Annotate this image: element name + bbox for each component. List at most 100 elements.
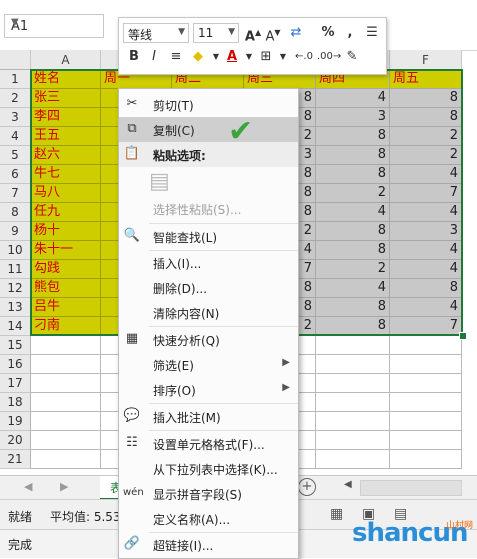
table-cell[interactable]: 4 bbox=[390, 203, 462, 222]
table-cell[interactable]: 李四 bbox=[31, 108, 101, 127]
table-cell[interactable]: 8 bbox=[390, 279, 462, 298]
chevron-down-icon[interactable]: ▼ bbox=[11, 17, 97, 28]
menu-item-define-name[interactable]: 定义名称(A)... bbox=[119, 506, 298, 531]
select-all-corner[interactable] bbox=[0, 50, 31, 70]
table-cell[interactable]: 8 bbox=[316, 146, 390, 165]
table-cell[interactable] bbox=[316, 412, 390, 431]
scroll-left-icon[interactable]: ◀ bbox=[344, 479, 352, 490]
table-cell[interactable]: 8 bbox=[316, 222, 390, 241]
table-cell[interactable] bbox=[390, 393, 462, 412]
font-color-icon[interactable]: A bbox=[223, 48, 241, 66]
fill-color-icon[interactable]: ◆ bbox=[189, 48, 207, 66]
horizontal-scrollbar[interactable] bbox=[360, 480, 462, 496]
table-cell[interactable] bbox=[390, 355, 462, 374]
table-cell[interactable]: 任九 bbox=[31, 203, 101, 222]
chevron-down-icon[interactable]: ▼ bbox=[274, 48, 292, 66]
table-cell[interactable]: 8 bbox=[390, 89, 462, 108]
increase-decimal-icon[interactable]: ←.0 bbox=[295, 48, 313, 66]
menu-item-format-cells[interactable]: ☷ 设置单元格格式(F)... bbox=[119, 431, 298, 456]
scroll-right-icon[interactable]: ▶ bbox=[60, 480, 68, 493]
percent-icon[interactable]: % bbox=[319, 24, 337, 42]
column-header[interactable]: A bbox=[31, 50, 101, 70]
row-header[interactable]: 8 bbox=[0, 203, 31, 222]
table-cell[interactable] bbox=[316, 431, 390, 450]
menu-item-clear[interactable]: 清除内容(N) bbox=[119, 300, 298, 325]
table-cell[interactable] bbox=[316, 450, 390, 469]
menu-item-hyperlink[interactable]: 🔗 超链接(I)... bbox=[119, 532, 298, 557]
table-cell[interactable]: 4 bbox=[316, 203, 390, 222]
row-header[interactable]: 7 bbox=[0, 184, 31, 203]
row-header[interactable]: 3 bbox=[0, 108, 31, 127]
number-format-icon[interactable]: ⇄ bbox=[287, 24, 305, 42]
table-cell[interactable]: 8 bbox=[390, 108, 462, 127]
format-painter-icon[interactable]: ☰ bbox=[363, 24, 381, 42]
table-cell[interactable] bbox=[316, 374, 390, 393]
table-cell[interactable] bbox=[31, 374, 101, 393]
table-cell[interactable]: 2 bbox=[316, 184, 390, 203]
table-cell[interactable]: 4 bbox=[390, 260, 462, 279]
row-header[interactable]: 18 bbox=[0, 393, 31, 412]
table-cell[interactable]: 姓名 bbox=[31, 70, 101, 89]
table-cell[interactable]: 勾践 bbox=[31, 260, 101, 279]
table-cell[interactable]: 8 bbox=[316, 298, 390, 317]
menu-item-insert-comment[interactable]: 💬 插入批注(M) bbox=[119, 404, 298, 429]
table-cell[interactable] bbox=[390, 374, 462, 393]
table-cell[interactable] bbox=[316, 393, 390, 412]
menu-item-sort[interactable]: 排序(O) ▶ bbox=[119, 377, 298, 402]
clear-format-icon[interactable]: ✎ bbox=[343, 48, 361, 66]
table-cell[interactable]: 4 bbox=[390, 241, 462, 260]
row-header[interactable]: 17 bbox=[0, 374, 31, 393]
table-cell[interactable] bbox=[31, 412, 101, 431]
table-cell[interactable]: 8 bbox=[316, 317, 390, 336]
table-cell[interactable] bbox=[316, 336, 390, 355]
add-sheet-icon[interactable]: + bbox=[298, 478, 316, 496]
name-box[interactable]: A1 ▼ bbox=[4, 14, 104, 38]
table-cell[interactable] bbox=[31, 336, 101, 355]
normal-view-icon[interactable]: ▦ bbox=[330, 506, 343, 522]
menu-item-delete[interactable]: 删除(D)... bbox=[119, 275, 298, 300]
table-cell[interactable]: 朱十一 bbox=[31, 241, 101, 260]
table-cell[interactable]: 7 bbox=[390, 317, 462, 336]
decrease-font-icon[interactable]: A▼ bbox=[264, 24, 282, 44]
menu-item-phonetic[interactable]: wén 显示拼音字段(S) bbox=[119, 481, 298, 506]
menu-item-insert[interactable]: 插入(I)... bbox=[119, 250, 298, 275]
table-cell[interactable]: 2 bbox=[390, 146, 462, 165]
row-header[interactable]: 4 bbox=[0, 127, 31, 146]
menu-item-smart-lookup[interactable]: 🔍 智能查找(L) bbox=[119, 224, 298, 249]
table-cell[interactable]: 杨十 bbox=[31, 222, 101, 241]
table-cell[interactable] bbox=[31, 431, 101, 450]
row-header[interactable]: 14 bbox=[0, 317, 31, 336]
table-cell[interactable]: 周五 bbox=[390, 70, 462, 89]
row-header[interactable]: 13 bbox=[0, 298, 31, 317]
table-cell[interactable]: 2 bbox=[390, 127, 462, 146]
table-cell[interactable]: 2 bbox=[316, 260, 390, 279]
table-cell[interactable]: 张三 bbox=[31, 89, 101, 108]
table-cell[interactable]: 4 bbox=[316, 279, 390, 298]
menu-item-pick-list[interactable]: 从下拉列表中选择(K)... bbox=[119, 456, 298, 481]
table-cell[interactable]: 熊包 bbox=[31, 279, 101, 298]
table-cell[interactable]: 8 bbox=[316, 165, 390, 184]
increase-font-icon[interactable]: A▲ bbox=[244, 24, 262, 44]
row-header[interactable]: 11 bbox=[0, 260, 31, 279]
column-header[interactable]: F bbox=[390, 50, 462, 70]
row-header[interactable]: 1 bbox=[0, 70, 31, 89]
menu-item-quick-analysis[interactable]: ▦ 快速分析(Q) bbox=[119, 327, 298, 352]
row-header[interactable]: 15 bbox=[0, 336, 31, 355]
table-cell[interactable] bbox=[31, 393, 101, 412]
row-header[interactable]: 9 bbox=[0, 222, 31, 241]
align-center-icon[interactable]: ≡ bbox=[167, 48, 185, 66]
row-header[interactable]: 2 bbox=[0, 89, 31, 108]
table-cell[interactable]: 8 bbox=[316, 241, 390, 260]
table-cell[interactable] bbox=[31, 355, 101, 374]
comma-style-icon[interactable]: , bbox=[341, 24, 359, 42]
row-header[interactable]: 21 bbox=[0, 450, 31, 469]
table-cell[interactable]: 3 bbox=[316, 108, 390, 127]
chevron-down-icon[interactable]: ▼ bbox=[228, 27, 235, 37]
table-cell[interactable]: 8 bbox=[316, 127, 390, 146]
table-cell[interactable]: 马八 bbox=[31, 184, 101, 203]
table-cell[interactable]: 4 bbox=[390, 298, 462, 317]
row-header[interactable]: 19 bbox=[0, 412, 31, 431]
menu-item-filter[interactable]: 筛选(E) ▶ bbox=[119, 352, 298, 377]
table-cell[interactable]: 4 bbox=[316, 89, 390, 108]
table-cell[interactable]: 赵六 bbox=[31, 146, 101, 165]
